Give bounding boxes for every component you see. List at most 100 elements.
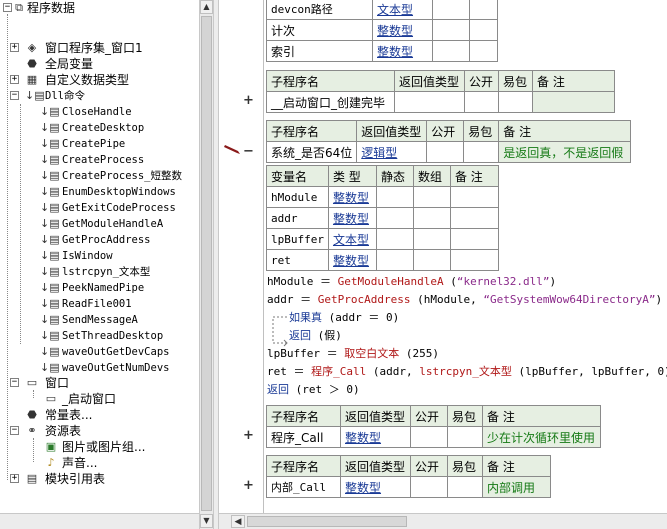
code-line[interactable]: 返回 (ret ＞ 0) <box>267 382 360 398</box>
table-row[interactable]: devcon路径 文本型 <box>266 0 498 20</box>
col-header: 返回值类型 <box>394 70 465 92</box>
scroll-thumb[interactable] <box>201 16 212 511</box>
table-row[interactable]: 程序_Call 整数型 少在计次循环里使用 <box>266 426 601 448</box>
tree-horizontal-scrollbar[interactable] <box>0 513 199 529</box>
col-header: 备 注 <box>498 120 632 142</box>
code-function: 程序_Call <box>311 365 367 378</box>
tree-item-label: 窗口 <box>45 376 70 390</box>
scroll-left-icon[interactable]: ◀ <box>231 515 245 528</box>
var-name-cell[interactable]: hModule <box>266 186 329 208</box>
tree-item-label: lstrcpyn_文本型 <box>62 266 151 278</box>
expand-sub-icon[interactable]: + <box>243 478 254 493</box>
table-row[interactable]: 索引 整数型 <box>266 40 498 62</box>
table-row[interactable]: __启动窗口_创建完毕 <box>266 91 615 113</box>
var-name-cell[interactable]: 计次 <box>266 19 373 41</box>
code-text: addr ＝ <box>267 293 318 306</box>
collapse-icon[interactable]: − <box>10 426 19 435</box>
program-tree: − ⧉ 程序数据 + ◈ 窗口程序集_窗口1 ⬣ 全局变量 + ▦ 自定义数据类… <box>0 0 199 529</box>
table-row[interactable]: ret 整数型 <box>266 249 499 271</box>
collapse-icon[interactable]: − <box>10 378 19 387</box>
col-header: 易包 <box>447 455 483 477</box>
var-type-cell[interactable]: 整数型 <box>372 19 433 41</box>
code-editor[interactable]: devcon路径 文本型 计次 整数型 索引 整数型 + 子程序名 返回值类型 … <box>219 0 667 513</box>
code-text: (hModule, <box>410 293 484 306</box>
constant-icon: ⬣ <box>27 408 37 421</box>
col-header: 公开 <box>410 405 448 427</box>
code-line[interactable]: 如果真 (addr ＝ 0) <box>289 310 399 326</box>
var-name-cell[interactable]: 索引 <box>266 40 373 62</box>
table-cell <box>412 207 451 229</box>
sub-return-cell[interactable]: 逻辑型 <box>356 141 428 163</box>
col-header: 备 注 <box>482 405 601 427</box>
table-cell <box>449 207 499 229</box>
sub-name-cell[interactable]: __启动窗口_创建完毕 <box>266 91 395 113</box>
table-cell <box>469 40 498 62</box>
tree-root-label: 程序数据 <box>27 1 76 15</box>
table-cell <box>498 91 533 113</box>
col-header: 返回值类型 <box>340 405 411 427</box>
table-row[interactable]: addr 整数型 <box>266 207 499 229</box>
tree-item-label: CreateDesktop <box>62 122 145 134</box>
sub-return-cell[interactable]: 整数型 <box>340 426 411 448</box>
table-row[interactable]: lpBuffer 文本型 <box>266 228 499 250</box>
sub-name-cell[interactable]: 程序_Call <box>266 426 341 448</box>
sound-icon: ♪ <box>47 456 55 469</box>
sub-comment-cell[interactable] <box>532 91 615 113</box>
var-name-cell[interactable]: devcon路径 <box>266 0 373 20</box>
editor-horizontal-scrollbar[interactable]: ◀ <box>219 513 667 529</box>
table-row[interactable]: 系统_是否64位 逻辑型 是返回真，不是返回假 <box>265 141 632 163</box>
table-header-row: 变量名 类 型 静态 数组 备 注 <box>266 165 499 187</box>
sub-name-cell[interactable]: 系统_是否64位 <box>265 141 358 163</box>
tree-item-label: SendMessageA <box>62 314 138 326</box>
collapse-icon[interactable]: − <box>3 3 12 12</box>
code-line[interactable]: addr ＝ GetProcAddress (hModule, “GetSyst… <box>267 292 662 308</box>
table-row[interactable]: hModule 整数型 <box>266 186 499 208</box>
var-type-cell[interactable]: 整数型 <box>327 207 377 229</box>
expand-sub-icon[interactable]: + <box>243 93 254 108</box>
code-line[interactable]: lpBuffer ＝ 取空白文本 (255) <box>267 346 439 362</box>
code-line[interactable]: 返回 (假) <box>289 328 342 344</box>
code-line[interactable]: ret ＝ 程序_Call (addr, lstrcpyn_文本型 (lpBuf… <box>267 364 667 380</box>
table-cell <box>432 0 470 20</box>
table-row[interactable]: 计次 整数型 <box>266 19 498 41</box>
table-cell <box>410 426 448 448</box>
collapse-icon[interactable]: − <box>10 91 19 100</box>
expand-icon[interactable]: + <box>10 43 19 52</box>
sub-return-cell[interactable] <box>394 91 465 113</box>
var-name-cell[interactable]: ret <box>266 249 329 271</box>
code-text: ) <box>549 275 557 288</box>
col-header: 公开 <box>464 70 499 92</box>
expand-icon[interactable]: + <box>10 474 19 483</box>
sub-comment-cell[interactable]: 少在计次循环里使用 <box>482 426 601 448</box>
col-header: 返回值类型 <box>356 120 428 142</box>
table-cell <box>375 228 414 250</box>
tree-vertical-scrollbar[interactable]: ▲ ▼ <box>199 0 213 529</box>
image-icon: ▣ <box>45 440 57 453</box>
var-name-cell[interactable]: addr <box>266 207 329 229</box>
table-row[interactable]: 内部_Call 整数型 内部调用 <box>266 476 551 498</box>
var-type-cell[interactable]: 文本型 <box>372 0 433 20</box>
collapse-sub-icon[interactable]: − <box>243 144 254 159</box>
scroll-down-icon[interactable]: ▼ <box>200 514 213 528</box>
var-type-cell[interactable]: 整数型 <box>372 40 433 62</box>
var-name-cell[interactable]: lpBuffer <box>266 228 329 250</box>
code-function: lstrcpyn_文本型 <box>419 365 512 378</box>
scroll-up-icon[interactable]: ▲ <box>200 0 213 14</box>
table-cell <box>449 186 499 208</box>
sub-comment-cell[interactable]: 是返回真，不是返回假 <box>498 141 632 163</box>
table-cell <box>463 141 500 163</box>
var-type-cell[interactable]: 整数型 <box>327 186 377 208</box>
var-type-cell[interactable]: 整数型 <box>327 249 377 271</box>
scroll-thumb[interactable] <box>247 516 407 527</box>
sub-comment-cell[interactable]: 内部调用 <box>482 476 551 498</box>
dll-icon: ↓▤ <box>25 89 45 102</box>
code-line[interactable]: hModule ＝ GetModuleHandleA (“kernel32.dl… <box>267 274 556 290</box>
var-type-cell[interactable]: 文本型 <box>327 228 377 250</box>
expand-sub-icon[interactable]: + <box>243 428 254 443</box>
col-header: 公开 <box>426 120 465 142</box>
sub-return-cell[interactable]: 整数型 <box>340 476 411 498</box>
code-text: (addr ＝ 0) <box>322 311 400 324</box>
code-keyword: 如果真 <box>289 311 322 324</box>
expand-icon[interactable]: + <box>10 75 19 84</box>
sub-name-cell[interactable]: 内部_Call <box>266 476 341 498</box>
